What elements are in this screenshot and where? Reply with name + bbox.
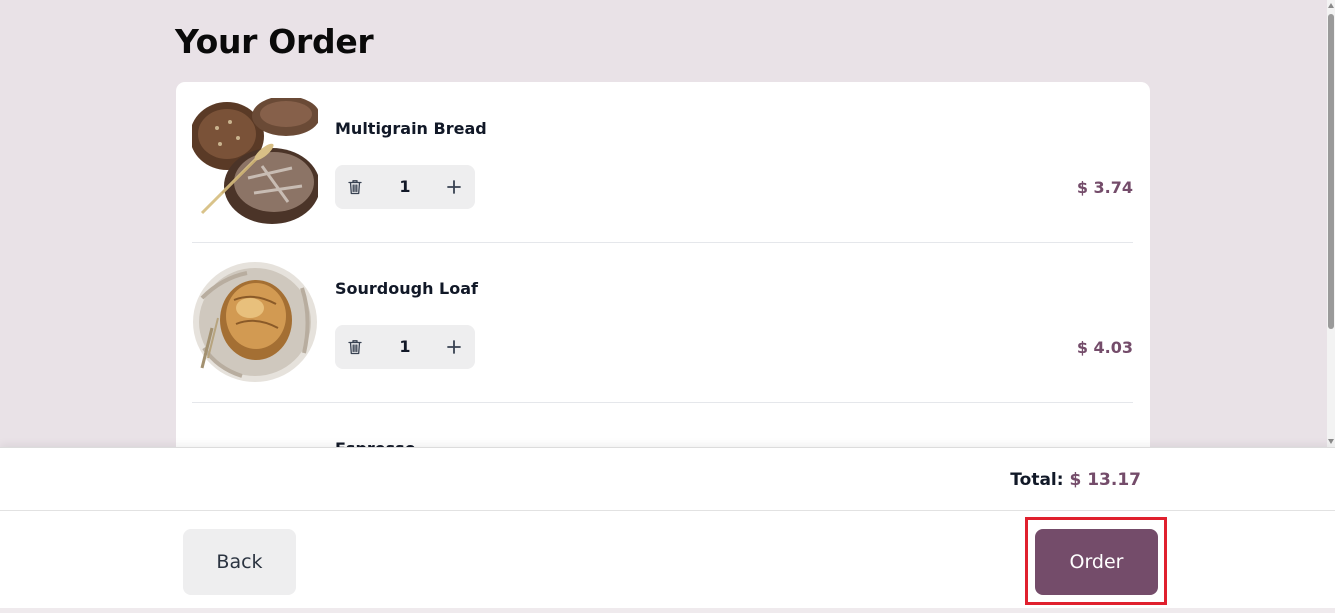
back-button[interactable]: Back bbox=[183, 529, 296, 595]
order-footer: Total: $ 13.17 Back Order bbox=[0, 447, 1335, 614]
quantity-stepper: 1 bbox=[335, 165, 475, 209]
item-price: $ 3.74 bbox=[1076, 178, 1133, 197]
quantity-stepper: 1 bbox=[335, 325, 475, 369]
scroll-up-arrow-icon[interactable] bbox=[1328, 3, 1334, 8]
total-label: Total: bbox=[1010, 470, 1064, 490]
delete-item-button[interactable] bbox=[343, 174, 367, 200]
delete-item-button[interactable] bbox=[343, 334, 367, 360]
item-name: Sourdough Loaf bbox=[335, 279, 478, 298]
item-price: $ 4.03 bbox=[1076, 338, 1133, 357]
order-total: Total: $ 13.17 bbox=[1010, 470, 1141, 490]
plus-icon bbox=[447, 180, 461, 194]
cart-item: Multigrain Bread 1 $ 3.74 bbox=[192, 82, 1133, 243]
sourdough-loaf-image bbox=[192, 258, 318, 384]
trash-icon bbox=[348, 180, 362, 195]
cart-item: Sourdough Loaf 1 $ 4.03 bbox=[192, 242, 1133, 403]
increase-quantity-button[interactable] bbox=[441, 334, 467, 360]
quantity-value: 1 bbox=[399, 177, 411, 196]
page-title: Your Order bbox=[175, 22, 374, 61]
increase-quantity-button[interactable] bbox=[441, 174, 467, 200]
scroll-down-arrow-icon[interactable] bbox=[1328, 439, 1334, 444]
trash-icon bbox=[348, 340, 362, 355]
quantity-value: 1 bbox=[399, 337, 411, 356]
divider bbox=[0, 510, 1335, 511]
item-name: Multigrain Bread bbox=[335, 119, 487, 138]
total-value: $ 13.17 bbox=[1069, 470, 1141, 490]
order-button[interactable]: Order bbox=[1035, 529, 1158, 595]
multigrain-bread-image bbox=[192, 98, 318, 224]
order-items-list[interactable]: Multigrain Bread 1 $ 3.74 Sourdough Loaf… bbox=[176, 82, 1150, 502]
bottom-edge bbox=[0, 608, 1335, 613]
page-scrollbar[interactable] bbox=[1327, 0, 1335, 447]
scrollbar-thumb[interactable] bbox=[1328, 14, 1334, 329]
plus-icon bbox=[447, 340, 461, 354]
